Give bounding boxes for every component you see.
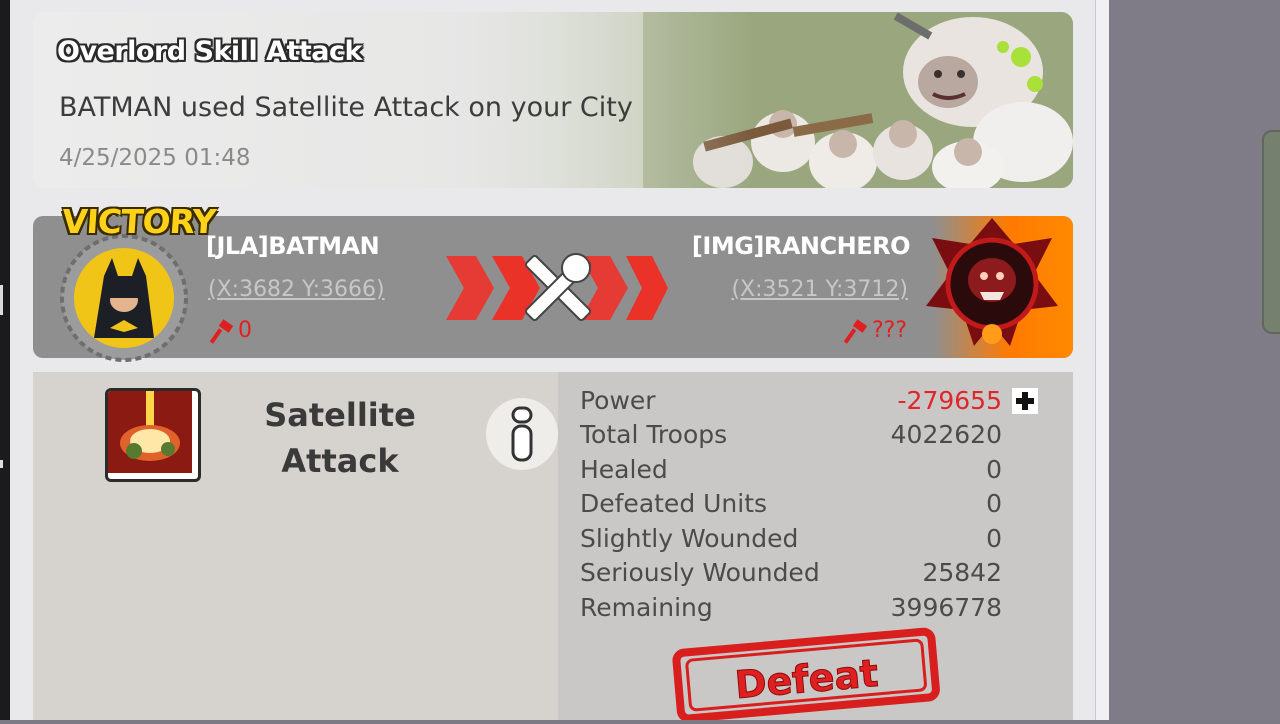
attacker-kills: 0 [238, 318, 252, 343]
kill-hammer-icon [208, 318, 236, 350]
defender-coords[interactable]: (X:3521 Y:3712) [731, 277, 908, 302]
background-right [1095, 0, 1280, 720]
attacker-avatar[interactable] [52, 228, 200, 362]
kill-hammer-icon [842, 318, 870, 350]
skill-name-line2: Attack [281, 442, 399, 480]
info-icon [511, 406, 533, 462]
satellite-skill-icon[interactable] [105, 388, 201, 482]
info-button[interactable] [486, 398, 558, 470]
stat-label-remaining: Remaining [580, 593, 713, 622]
defender-avatar[interactable] [922, 214, 1062, 354]
stat-value-remaining: 3996778 [890, 593, 1002, 622]
side-tab[interactable] [1262, 130, 1280, 334]
stat-label-healed: Healed [580, 455, 668, 484]
defender-name[interactable]: [IMG]RANCHERO [692, 232, 911, 260]
stat-label-defeated-units: Defeated Units [580, 489, 768, 518]
stat-value-slightly-wounded: 0 [986, 524, 1002, 553]
header-title: Overlord Skill Attack [57, 36, 362, 67]
report-header-card: Overlord Skill Attack BATMAN used Satell… [33, 12, 1073, 188]
defeat-stamp-text: Defeat [733, 651, 880, 707]
stat-label-slightly-wounded: Slightly Wounded [580, 524, 799, 553]
stat-value-defeated-units: 0 [986, 489, 1002, 518]
stat-value-healed: 0 [986, 455, 1002, 484]
left-edge-strip [0, 0, 10, 720]
skill-name-line1: Satellite [264, 396, 416, 434]
defender-kills: ??? [872, 318, 908, 343]
defeat-stamp: Defeat [672, 626, 942, 724]
stat-label-total-troops: Total Troops [580, 420, 728, 449]
stat-value-seriously-wounded: 25842 [922, 558, 1002, 587]
stat-label-seriously-wounded: Seriously Wounded [580, 558, 820, 587]
plus-icon[interactable] [1012, 388, 1038, 414]
victory-label: VICTORY [60, 202, 217, 241]
skill-name: Satellite Attack [250, 392, 430, 484]
stat-label-power: Power [580, 386, 656, 415]
stat-value-total-troops: 4022620 [890, 420, 1002, 449]
header-description: BATMAN used Satellite Attack on your Cit… [59, 92, 633, 123]
attacker-coords[interactable]: (X:3682 Y:3666) [208, 277, 385, 302]
battle-swords-icon [446, 250, 670, 330]
stat-value-power: -279655 [897, 386, 1002, 415]
header-timestamp: 4/25/2025 01:48 [59, 145, 251, 171]
attacker-name[interactable]: [JLA]BATMAN [206, 232, 380, 260]
